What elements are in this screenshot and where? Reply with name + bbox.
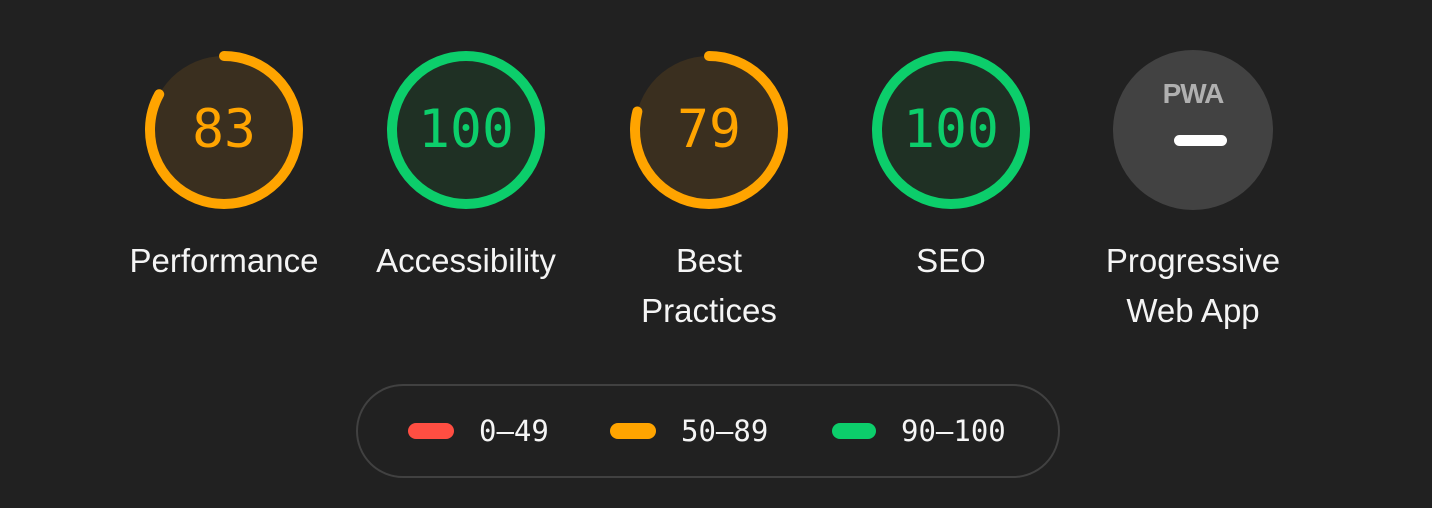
score-legend: 0–49 50–89 90–100 — [356, 384, 1060, 478]
gauge-score: 83 — [192, 99, 256, 160]
legend-item-fail: 0–49 — [408, 386, 549, 476]
legend-range-text: 90–100 — [901, 414, 1006, 448]
gauge-label: Progressive Web App — [1105, 242, 1281, 329]
gauge-score: 100 — [418, 99, 514, 160]
gauge-label: Performance — [129, 242, 319, 279]
legend-range-text: 50–89 — [681, 414, 769, 448]
gauge-ring — [1113, 50, 1273, 210]
pass-swatch-icon — [832, 423, 876, 439]
gauge-label: Accessibility — [376, 242, 556, 279]
gauge-score: 79 — [677, 99, 741, 160]
gauge-label: SEO — [916, 242, 986, 279]
average-swatch-icon — [610, 423, 656, 439]
fail-swatch-icon — [408, 423, 454, 439]
gauge-background — [1113, 50, 1273, 210]
gauge-score: 100 — [903, 99, 999, 160]
legend-item-pass: 90–100 — [832, 386, 1006, 476]
pwa-logo-icon: PWA — [1162, 78, 1225, 109]
legend-range-text: 0–49 — [479, 414, 549, 448]
no-score-dash-icon — [1174, 135, 1227, 146]
legend-item-average: 50–89 — [610, 386, 768, 476]
gauge-label: Best Practices — [641, 242, 777, 329]
